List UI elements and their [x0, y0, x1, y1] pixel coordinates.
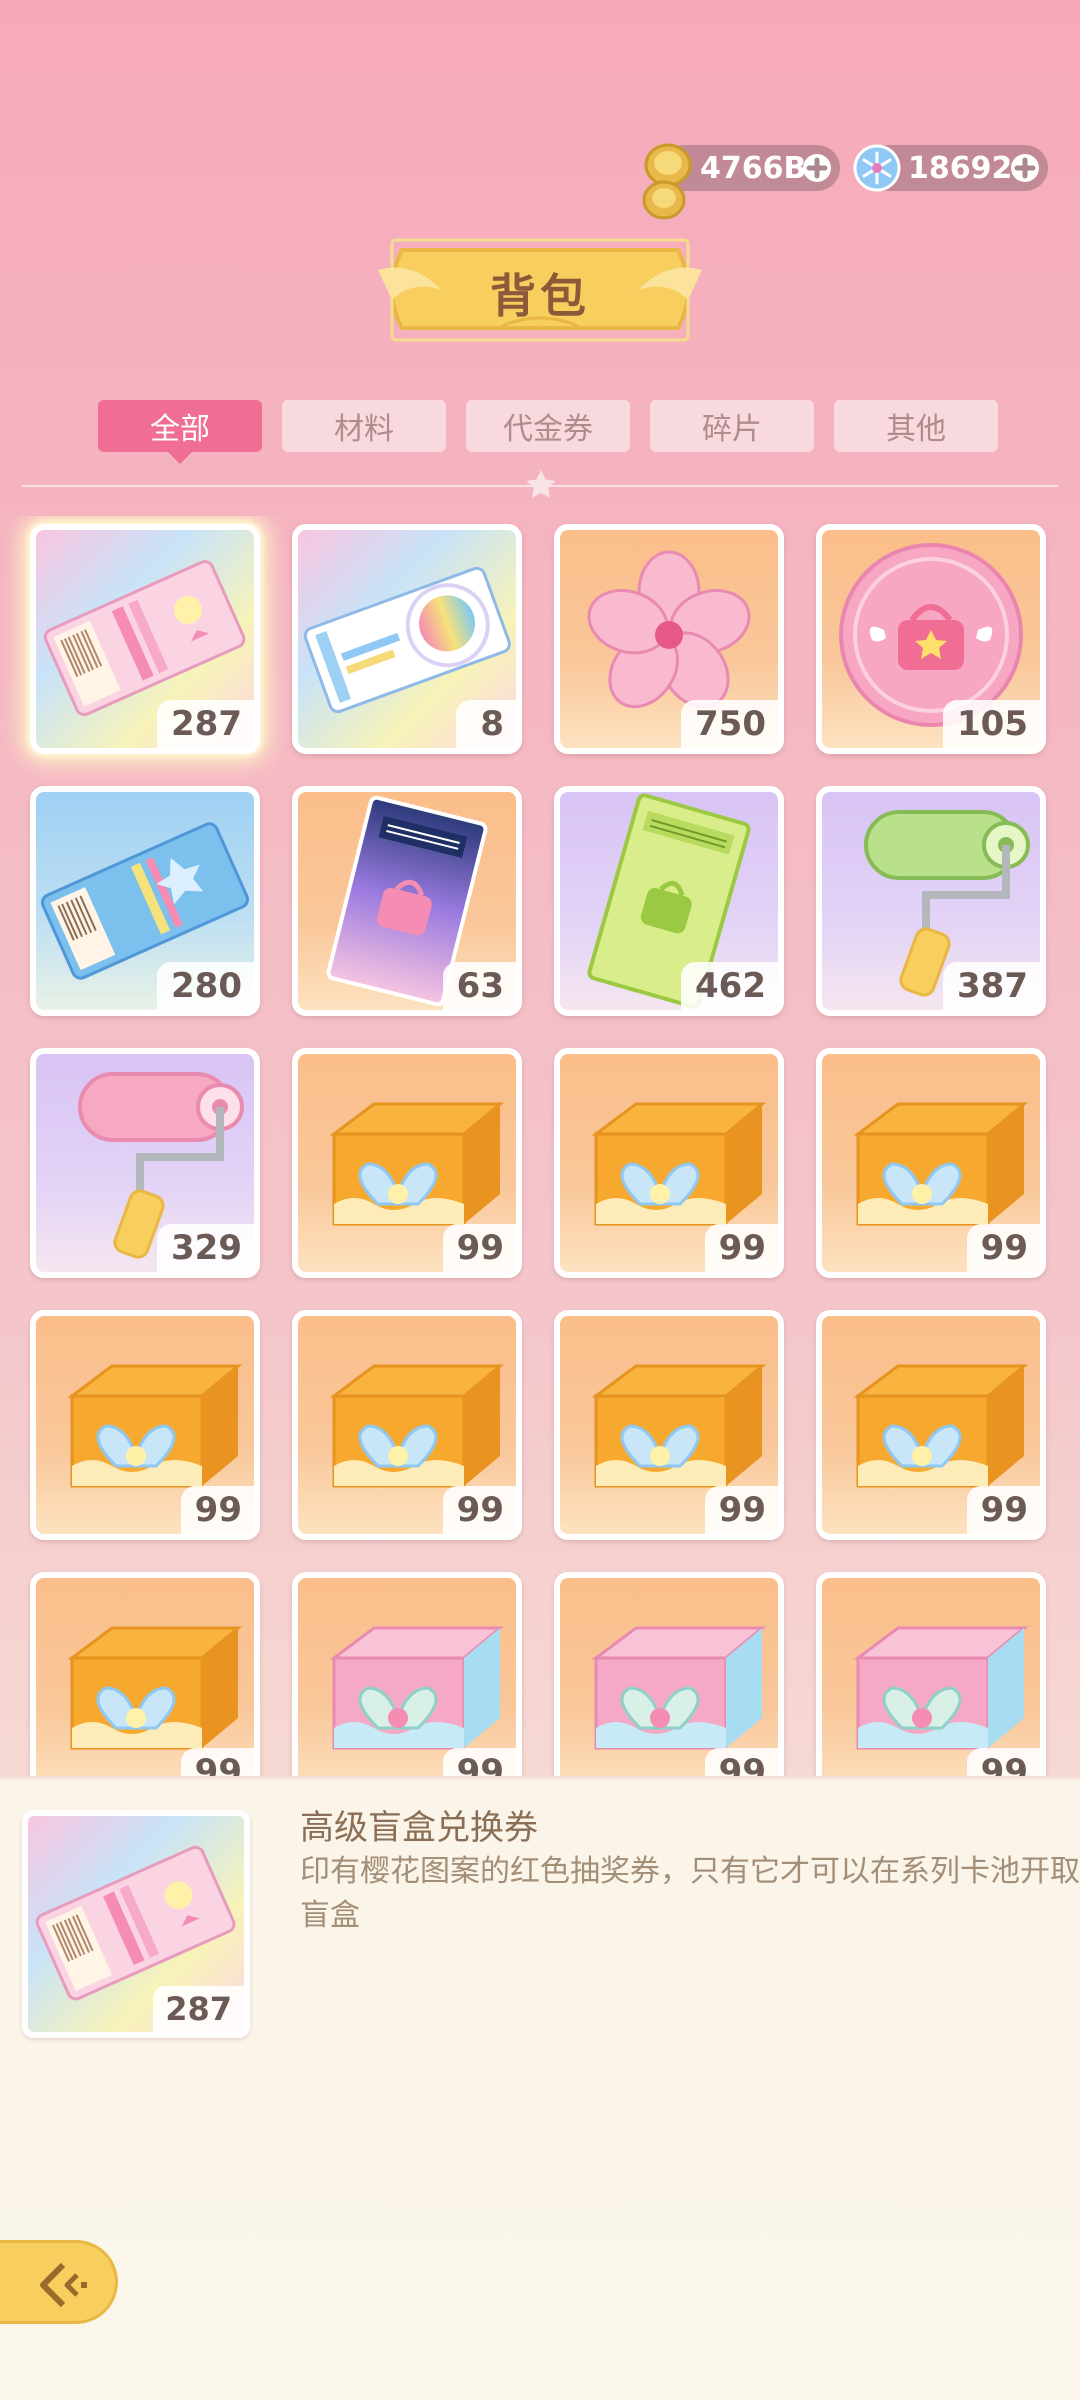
- item-count: 8: [456, 700, 516, 748]
- item-count: 287: [157, 700, 254, 748]
- back-arrow-icon: [40, 2262, 87, 2308]
- tab-others[interactable]: 其他: [834, 400, 998, 452]
- back-button[interactable]: [0, 2240, 118, 2324]
- item-card-purple-bag-ticket[interactable]: 63: [292, 786, 522, 1016]
- item-count: 63: [442, 962, 516, 1010]
- item-card-premium-ticket[interactable]: 287: [30, 524, 260, 754]
- selected-item-count: 287: [153, 1986, 244, 2032]
- item-count: 99: [966, 1748, 1040, 1776]
- item-card-pink-box[interactable]: 99: [292, 1572, 522, 1776]
- item-card-orange-box[interactable]: 99: [554, 1048, 784, 1278]
- item-card-character-ticket[interactable]: 8: [292, 524, 522, 754]
- item-card-orange-box[interactable]: 99: [816, 1048, 1046, 1278]
- item-count: 99: [704, 1748, 778, 1776]
- item-count: 750: [681, 700, 778, 748]
- item-count: 387: [943, 962, 1040, 1010]
- selected-item-title: 高级盲盒兑换券: [300, 1808, 538, 1848]
- gem-amount: 18692: [908, 150, 1013, 186]
- item-count: 99: [442, 1486, 516, 1534]
- tab-materials[interactable]: 材料: [282, 400, 446, 452]
- pink-gift-box-icon: [853, 1626, 1029, 1750]
- item-count: 99: [442, 1224, 516, 1272]
- item-card-blue-ticket[interactable]: 280: [30, 786, 260, 1016]
- item-card-green-roller[interactable]: 387: [816, 786, 1046, 1016]
- item-card-orange-box[interactable]: 99: [554, 1310, 784, 1540]
- category-tabs: 全部 材料 代金券 碎片 其他: [98, 400, 1000, 464]
- item-card-green-bag-ticket[interactable]: 462: [554, 786, 784, 1016]
- pink-gift-box-icon: [329, 1626, 505, 1750]
- item-count: 280: [157, 962, 254, 1010]
- star-icon: [526, 470, 556, 498]
- item-count: 99: [180, 1748, 254, 1776]
- item-card-orange-box[interactable]: 99: [816, 1310, 1046, 1540]
- gold-coin-icon: [642, 143, 692, 220]
- item-count: 99: [704, 1486, 778, 1534]
- inventory-grid: 287 8 750 105 280 63 462 387 329 99 99 9…: [30, 524, 1050, 1776]
- item-card-pink-box[interactable]: 99: [554, 1572, 784, 1776]
- pink-gift-box-icon: [591, 1626, 767, 1750]
- gold-amount: 4766B: [700, 150, 807, 186]
- item-card-orange-box[interactable]: 99: [292, 1310, 522, 1540]
- title-text: 背包: [490, 269, 590, 323]
- add-gold-icon[interactable]: [802, 153, 832, 183]
- item-card-orange-box[interactable]: 99: [30, 1572, 260, 1776]
- add-gem-icon[interactable]: [1010, 153, 1040, 183]
- item-count: 99: [704, 1224, 778, 1272]
- item-count: 99: [180, 1486, 254, 1534]
- item-card-orange-box[interactable]: 99: [292, 1048, 522, 1278]
- selected-item-description: 印有樱花图案的红色抽奖券，只有它才可以在系列卡池开取盲盒: [300, 1854, 1080, 1933]
- item-count: 329: [157, 1224, 254, 1272]
- snowflake-gem-icon: [853, 144, 901, 192]
- item-card-orange-box[interactable]: 99: [30, 1310, 260, 1540]
- item-count: 105: [943, 700, 1040, 748]
- item-card-sakura-petal[interactable]: 750: [554, 524, 784, 754]
- item-card-bag-coin[interactable]: 105: [816, 524, 1046, 754]
- tab-fragments[interactable]: 碎片: [650, 400, 814, 452]
- orange-gift-box-icon: [67, 1626, 243, 1750]
- item-count: 99: [966, 1224, 1040, 1272]
- item-count: 99: [966, 1486, 1040, 1534]
- item-card-pink-roller[interactable]: 329: [30, 1048, 260, 1278]
- inventory-grid-viewport[interactable]: 287 8 750 105 280 63 462 387 329 99 99 9…: [0, 516, 1080, 1776]
- tab-vouchers[interactable]: 代金券: [466, 400, 630, 452]
- tab-all[interactable]: 全部: [98, 400, 262, 464]
- page-title: 背包: [372, 230, 708, 348]
- item-count: 99: [442, 1748, 516, 1776]
- item-count: 462: [681, 962, 778, 1010]
- item-card-pink-box[interactable]: 99: [816, 1572, 1046, 1776]
- selected-item-thumbnail: 287: [22, 1810, 250, 2038]
